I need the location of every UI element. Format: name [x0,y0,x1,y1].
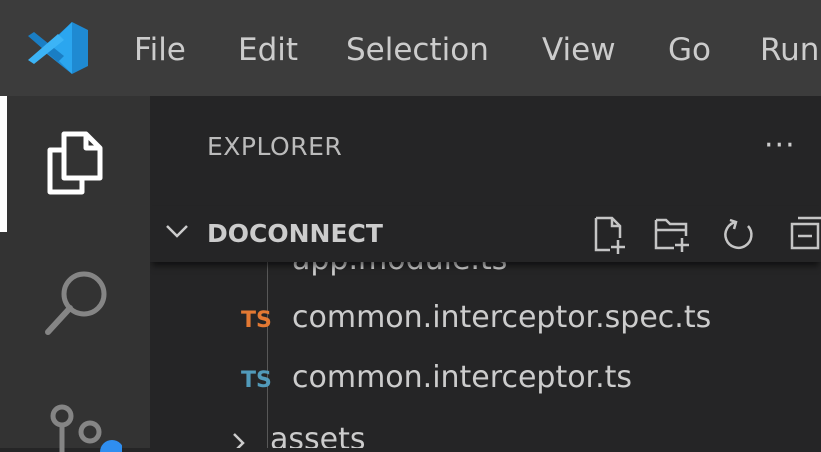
workspace-section-header[interactable]: DOCONNECT [150,206,821,262]
menu-view[interactable]: View [542,22,616,78]
activity-bar [0,96,150,452]
workspace-title: DOCONNECT [207,219,383,248]
folder-label: assets [270,422,366,448]
chevron-down-icon [166,225,188,238]
file-label: common.interceptor.spec.ts [292,300,712,335]
typescript-file-icon: TS [241,368,272,393]
menu-file[interactable]: File [134,22,186,78]
collapse-all-icon[interactable] [786,214,821,256]
tree-item-assets-folder[interactable]: assets [150,412,821,448]
tree-item-interceptor-spec[interactable]: TS common.interceptor.spec.ts [150,292,821,348]
new-file-icon[interactable] [590,214,630,256]
menu-selection[interactable]: Selection [346,22,489,78]
typescript-file-icon: TS [241,308,272,333]
more-actions-button[interactable]: ··· [764,128,796,163]
chevron-right-icon [233,433,245,448]
menu-edit[interactable]: Edit [238,22,298,78]
file-label: common.interceptor.ts [292,360,633,395]
menu-run[interactable]: Run [760,22,819,78]
vscode-logo-icon [28,22,88,74]
menu-go[interactable]: Go [668,22,711,78]
new-folder-icon[interactable] [652,214,694,256]
source-control-icon[interactable] [42,402,122,452]
explorer-sidebar: EXPLORER ··· DOCONNECT TS common.interce… [150,96,821,448]
sidebar-title: EXPLORER [207,132,343,161]
explorer-icon[interactable] [42,128,106,198]
active-view-indicator [0,96,7,232]
search-icon[interactable] [40,264,116,340]
tree-item-interceptor[interactable]: TS common.interceptor.ts [150,352,821,408]
refresh-icon[interactable] [722,214,758,256]
title-bar: File Edit Selection View Go Run [0,0,821,96]
